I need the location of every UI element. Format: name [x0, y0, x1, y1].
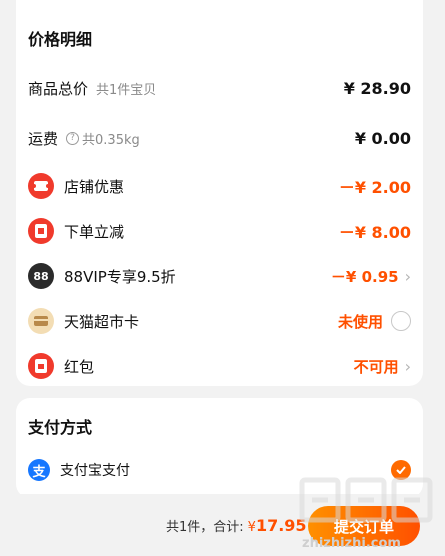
shipping-weight-text: 共0.35kg: [82, 132, 140, 148]
chevron-right-icon: ›: [404, 356, 411, 376]
red-packet-row[interactable]: 红包 不可用 ›: [28, 348, 411, 384]
alipay-icon: 支: [28, 459, 50, 481]
currency-symbol: ¥: [247, 520, 256, 535]
tmall-card-radio[interactable]: [391, 311, 411, 331]
tmall-card-row[interactable]: 天猫超市卡 未使用: [28, 303, 411, 339]
total-count-text: 共1件，合计:: [166, 520, 244, 535]
shipping-row: 运费 ? 共0.35kg ¥ 0.00: [28, 120, 411, 156]
vip-discount-value-wrap: －¥ 0.95 ›: [331, 266, 411, 287]
tmall-card-status-wrap: 未使用: [338, 311, 411, 332]
goods-total-value: ¥ 28.90: [343, 78, 411, 98]
chevron-right-icon: ›: [404, 266, 411, 286]
alipay-label: 支付宝支付: [60, 463, 130, 479]
goods-total-row: 商品总价 共1件宝贝 ¥ 28.90: [28, 70, 411, 106]
vip-discount-value: －¥ 0.95: [330, 267, 399, 286]
red-packet-label: 红包: [64, 357, 95, 376]
order-discount-label: 下单立减: [64, 222, 125, 241]
help-icon[interactable]: ?: [66, 131, 80, 145]
payment-method-title: 支付方式: [28, 418, 93, 437]
order-discount-value: －¥ 8.00: [338, 223, 411, 242]
tmall-card-label: 天猫超市卡: [64, 312, 140, 331]
red-packet-status-wrap: 不可用 ›: [354, 356, 411, 377]
vip-discount-row[interactable]: 88 88VIP专享9.5折 －¥ 0.95 ›: [28, 258, 411, 294]
watermark-text: zhizhizhi.com: [302, 536, 401, 551]
coupon-icon: [28, 173, 54, 199]
shipping-value: ¥ 0.00: [354, 128, 411, 148]
order-discount-row: 下单立减 －¥ 8.00: [28, 213, 411, 249]
card-icon: [28, 308, 54, 334]
red-envelope-icon: [28, 218, 54, 244]
shop-discount-row: 店铺优惠 －¥ 2.00: [28, 168, 411, 204]
shop-discount-value: －¥ 2.00: [338, 178, 411, 197]
price-detail-title: 价格明细: [28, 30, 93, 49]
shop-discount-label: 店铺优惠: [64, 177, 125, 196]
red-packet-icon: [28, 353, 54, 379]
goods-total-label: 商品总价: [28, 79, 89, 98]
shipping-label: 运费: [28, 129, 59, 148]
total-summary: 共1件，合计: ¥17.95: [166, 516, 307, 535]
vip-discount-label: 88VIP专享9.5折: [64, 267, 176, 286]
red-packet-status: 不可用: [353, 357, 399, 376]
price-detail-card: 价格明细 商品总价 共1件宝贝 ¥ 28.90 运费 ? 共0.35kg ¥ 0…: [16, 0, 423, 386]
goods-count-text: 共1件宝贝: [96, 82, 157, 98]
88vip-icon: 88: [28, 263, 54, 289]
tmall-card-status: 未使用: [337, 312, 383, 331]
